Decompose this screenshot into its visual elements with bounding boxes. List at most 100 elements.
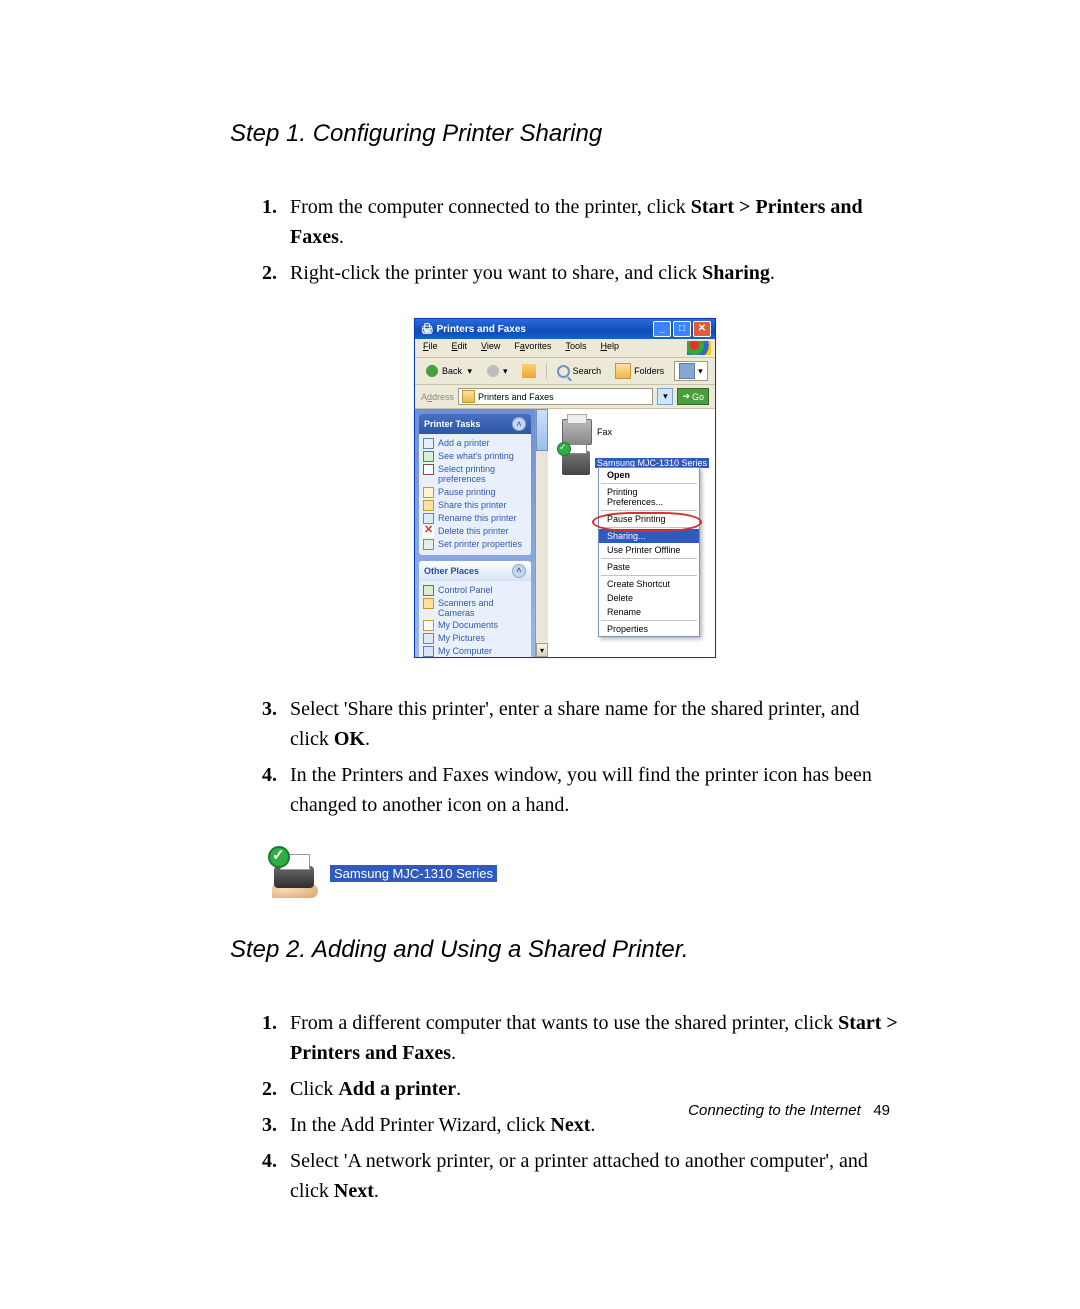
scrollbar[interactable]: ▴ ▾ (536, 409, 548, 657)
control-panel-icon (423, 585, 434, 596)
page-number: 49 (873, 1102, 890, 1119)
folders-icon (615, 363, 631, 379)
task-select-prefs[interactable]: Select printing preferences (423, 463, 527, 486)
address-label: Address (421, 392, 454, 402)
ctx-rename[interactable]: Rename (599, 605, 699, 619)
up-icon (522, 364, 536, 378)
computer-icon (423, 646, 434, 657)
rename-icon (423, 513, 434, 524)
fax-label: Fax (597, 427, 612, 437)
titlebar: 🖨 Printers and Faxes _ □ ✕ (415, 319, 715, 339)
windows-flag-icon (687, 341, 711, 355)
delete-icon: ✕ (423, 526, 434, 537)
step1-list-cont: Select 'Share this printer', enter a sha… (230, 694, 900, 820)
check-icon (268, 846, 290, 868)
page: Step 1. Configuring Printer Sharing From… (0, 0, 1080, 1309)
step1-item-2: Right-click the printer you want to shar… (282, 258, 900, 288)
back-button[interactable]: Back ▾ (421, 362, 476, 380)
place-computer[interactable]: My Computer (423, 645, 527, 657)
place-scanners[interactable]: Scanners and Cameras (423, 597, 527, 620)
documents-icon (423, 620, 434, 631)
xp-window: 🖨 Printers and Faxes _ □ ✕ File Edit Vie… (414, 318, 716, 658)
window-title: Printers and Faxes (436, 324, 525, 335)
printer-tasks-panel: Printer Tasks˄ Add a printer See what's … (419, 414, 531, 555)
address-field[interactable]: Printers and Faxes (458, 388, 653, 405)
shared-printer-icon (266, 850, 322, 896)
footer-text: Connecting to the Internet (688, 1102, 861, 1119)
scanners-icon (423, 598, 434, 609)
menu-favorites[interactable]: Favorites (510, 341, 555, 355)
place-documents[interactable]: My Documents (423, 619, 527, 632)
fax-item[interactable]: Fax (562, 419, 612, 445)
task-rename[interactable]: Rename this printer (423, 512, 527, 525)
place-pictures[interactable]: My Pictures (423, 632, 527, 645)
other-places-header[interactable]: Other Places˄ (419, 561, 531, 581)
search-button[interactable]: Search (553, 363, 606, 380)
scroll-down-icon[interactable]: ▾ (536, 643, 548, 657)
menu-edit[interactable]: Edit (448, 341, 472, 355)
side-panel: Printer Tasks˄ Add a printer See what's … (415, 409, 535, 657)
menubar: File Edit View Favorites Tools Help (415, 339, 715, 358)
task-add-printer[interactable]: Add a printer (423, 437, 527, 450)
menu-tools[interactable]: Tools (561, 341, 590, 355)
toolbar: Back ▾ ▾ Search Folders ▾ (415, 358, 715, 385)
step2-heading: Step 2. Adding and Using a Shared Printe… (230, 936, 900, 964)
addressbar: Address Printers and Faxes ▾ ➔ Go (415, 385, 715, 409)
shared-printer-label: Samsung MJC-1310 Series (330, 865, 497, 882)
step2-item-2: Click Add a printer. (282, 1074, 900, 1104)
see-printing-icon (423, 451, 434, 462)
step1-item-1: From the computer connected to the print… (282, 192, 900, 252)
screenshot-wrap: 🖨 Printers and Faxes _ □ ✕ File Edit Vie… (230, 318, 900, 658)
add-printer-icon (423, 438, 434, 449)
window-body: Printer Tasks˄ Add a printer See what's … (415, 409, 715, 657)
place-control-panel[interactable]: Control Panel (423, 584, 527, 597)
ctx-preferences[interactable]: Printing Preferences... (599, 485, 699, 509)
maximize-button[interactable]: □ (673, 321, 691, 337)
task-delete[interactable]: ✕Delete this printer (423, 525, 527, 538)
search-icon (557, 365, 570, 378)
minimize-button[interactable]: _ (653, 321, 671, 337)
ctx-offline[interactable]: Use Printer Offline (599, 543, 699, 557)
menu-file[interactable]: File (419, 341, 442, 355)
ctx-sharing[interactable]: Sharing... (599, 529, 699, 543)
printer-icon: 🖨 (421, 324, 434, 335)
step1-heading: Step 1. Configuring Printer Sharing (230, 120, 900, 148)
collapse-icon: ˄ (512, 564, 526, 578)
printer-tasks-header[interactable]: Printer Tasks˄ (419, 414, 531, 434)
up-button[interactable] (518, 362, 540, 380)
properties-icon (423, 539, 434, 550)
go-button[interactable]: ➔ Go (677, 388, 709, 405)
task-properties[interactable]: Set printer properties (423, 538, 527, 551)
step2-item-1: From a different computer that wants to … (282, 1008, 900, 1068)
ctx-delete[interactable]: Delete (599, 591, 699, 605)
ctx-shortcut[interactable]: Create Shortcut (599, 577, 699, 591)
step2-item-4: Select 'A network printer, or a printer … (282, 1146, 900, 1206)
ctx-open[interactable]: Open (599, 468, 699, 482)
printer-icon (562, 451, 590, 475)
address-dropdown[interactable]: ▾ (657, 388, 673, 405)
scroll-thumb[interactable] (536, 409, 548, 451)
task-pause[interactable]: Pause printing (423, 486, 527, 499)
shared-printer-figure: Samsung MJC-1310 Series (266, 850, 900, 896)
pause-icon (423, 487, 434, 498)
other-places-panel: Other Places˄ Control Panel Scanners and… (419, 561, 531, 657)
views-icon (679, 363, 695, 379)
pictures-icon (423, 633, 434, 644)
ctx-properties[interactable]: Properties (599, 622, 699, 636)
step1-item-3: Select 'Share this printer', enter a sha… (282, 694, 900, 754)
task-share[interactable]: Share this printer (423, 499, 527, 512)
context-menu: Open Printing Preferences... Pause Print… (598, 467, 700, 637)
forward-button[interactable]: ▾ (482, 362, 512, 380)
views-button[interactable]: ▾ (674, 361, 708, 381)
task-see-printing[interactable]: See what's printing (423, 450, 527, 463)
folders-button[interactable]: Folders (611, 361, 668, 381)
menu-view[interactable]: View (477, 341, 504, 355)
step1-item-4: In the Printers and Faxes window, you wi… (282, 760, 900, 820)
close-button[interactable]: ✕ (693, 321, 711, 337)
ctx-paste[interactable]: Paste (599, 560, 699, 574)
menu-help[interactable]: Help (596, 341, 623, 355)
select-prefs-icon (423, 464, 434, 475)
step1-list: From the computer connected to the print… (230, 192, 900, 288)
ctx-pause[interactable]: Pause Printing (599, 512, 699, 526)
footer: Connecting to the Internet 49 (688, 1102, 890, 1119)
